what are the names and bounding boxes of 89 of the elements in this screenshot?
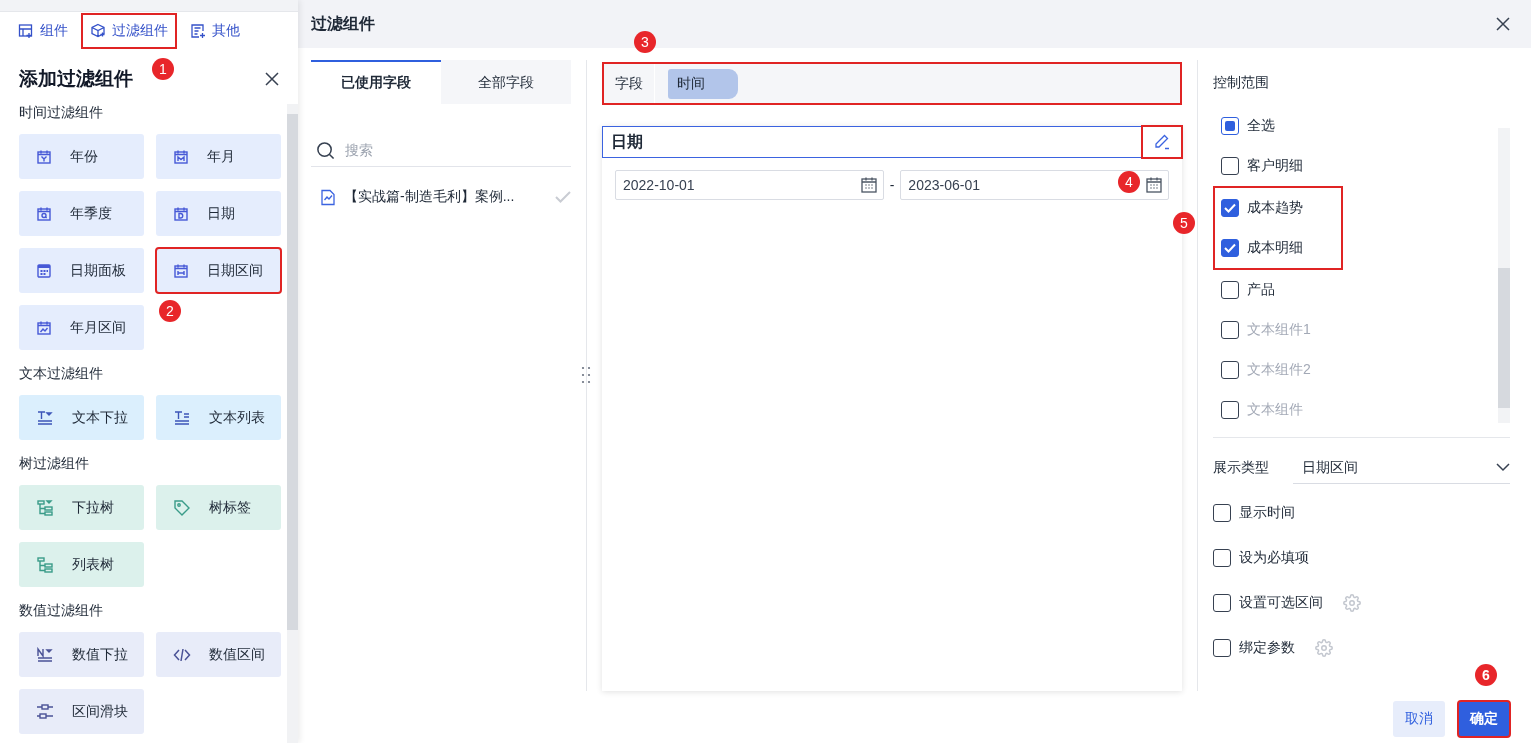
tree-dropdown-icon [36, 498, 54, 517]
checkbox[interactable] [1221, 281, 1239, 299]
group-label: 文本过滤组件 [19, 364, 104, 383]
range-separator: - [889, 177, 895, 193]
card-title: 日期 [611, 131, 643, 152]
search-icon [316, 140, 335, 160]
filter-tile[interactable]: 数值区间 [156, 632, 281, 677]
field-tab[interactable]: 全部字段 [441, 60, 571, 104]
filter-tile[interactable]: 区间滑块 [19, 689, 144, 734]
code-icon [173, 646, 191, 663]
checkbox[interactable] [1221, 157, 1239, 175]
calendar-y-icon [36, 148, 52, 165]
chevron-down-icon [1496, 463, 1510, 472]
filter-tile[interactable]: 日期 [156, 191, 281, 236]
filter-tile[interactable]: 数值下拉 [19, 632, 144, 677]
filter-tile[interactable]: 列表树 [19, 542, 144, 587]
checkbox-label: 成本明细 [1247, 239, 1303, 257]
checkbox-label: 文本组件 [1247, 401, 1303, 419]
pencil-icon [1153, 133, 1171, 151]
callout-badge: 1 [152, 58, 174, 80]
filter-tile[interactable]: 年季度 [19, 191, 144, 236]
text-dropdown-icon [36, 409, 54, 426]
checkbox-label: 文本组件2 [1247, 361, 1311, 379]
field-chip[interactable]: 时间 [668, 68, 738, 99]
callout-badge: 3 [634, 31, 656, 53]
document-plus-icon [190, 23, 206, 39]
close-icon[interactable] [264, 71, 280, 87]
number-dropdown-icon [36, 646, 54, 663]
cube-plus-icon [90, 23, 106, 39]
slider-icon [36, 702, 54, 721]
date-field[interactable]: 2022-10-01 [615, 170, 884, 200]
section-label: 控制范围 [1213, 74, 1270, 92]
callout-badge: 5 [1173, 212, 1195, 234]
checkbox-label: 客户明细 [1247, 157, 1303, 175]
cancel-button[interactable]: 取消 [1393, 701, 1445, 737]
group-label: 树过滤组件 [19, 454, 90, 473]
calendar-chart-icon [36, 319, 52, 336]
calendar-d-icon [173, 205, 189, 222]
callout-badge: 2 [159, 300, 181, 322]
panel-tab[interactable]: 其他 [182, 14, 248, 48]
checkbox-label: 产品 [1247, 281, 1275, 299]
panel-title: 添加过滤组件 [19, 67, 133, 91]
text-list-icon [173, 409, 191, 426]
group-label: 时间过滤组件 [19, 103, 104, 122]
group-label: 数值过滤组件 [19, 601, 104, 620]
filter-tile[interactable]: 树标签 [156, 485, 281, 530]
widget-icon [18, 23, 34, 39]
filter-tile[interactable]: 下拉树 [19, 485, 144, 530]
filter-tile[interactable]: 年月 [156, 134, 281, 179]
checkbox[interactable] [1221, 117, 1239, 135]
calendar-icon[interactable] [859, 176, 878, 194]
checkbox-label: 设置可选区间 [1239, 593, 1323, 612]
scrollbar[interactable] [287, 104, 298, 743]
checkbox-label: 成本趋势 [1247, 199, 1303, 217]
checkbox-label: 设为必填项 [1239, 548, 1309, 567]
calendar-m-icon [173, 148, 189, 165]
calendar-range-icon [173, 262, 189, 279]
drag-handle-icon[interactable] [581, 365, 591, 385]
checkbox[interactable] [1221, 199, 1239, 217]
checkbox-label: 文本组件1 [1247, 321, 1311, 339]
checkbox-label: 绑定参数 [1239, 638, 1295, 657]
field-item[interactable]: 【实战篇-制造毛利】案例... [311, 177, 571, 217]
dialog-title: 过滤组件 [311, 13, 375, 34]
filter-tile[interactable]: 年份 [19, 134, 144, 179]
field-bar-label: 字段 [604, 64, 655, 103]
checkbox-label: 全选 [1247, 117, 1275, 135]
field-label: 展示类型 [1213, 459, 1269, 477]
checkbox[interactable] [1221, 239, 1239, 257]
checkbox[interactable] [1213, 548, 1231, 567]
filter-tile[interactable]: 年月区间 [19, 305, 144, 350]
filter-tile[interactable]: 文本列表 [156, 395, 281, 440]
checkbox[interactable] [1213, 503, 1231, 522]
filter-tile[interactable]: 日期面板 [19, 248, 144, 293]
checkbox-label: 显示时间 [1239, 503, 1295, 522]
calendar-q-icon [36, 205, 52, 222]
chart-file-icon [320, 188, 336, 206]
panel-tab[interactable]: 组件 [10, 14, 76, 48]
scrollbar[interactable] [1498, 128, 1510, 423]
search-field[interactable]: 搜索 [343, 136, 571, 164]
checkbox[interactable] [1213, 638, 1231, 657]
calendar-icon[interactable] [1145, 176, 1163, 194]
close-icon[interactable] [1495, 16, 1511, 32]
tree-list-icon [36, 555, 54, 574]
checkbox[interactable] [1213, 593, 1231, 612]
filter-tile[interactable]: 文本下拉 [19, 395, 144, 440]
callout-badge: 6 [1475, 664, 1497, 686]
tag-icon [173, 498, 191, 517]
display-type-select[interactable]: 日期区间 [1293, 452, 1510, 484]
calendar-grid-icon [36, 262, 52, 279]
